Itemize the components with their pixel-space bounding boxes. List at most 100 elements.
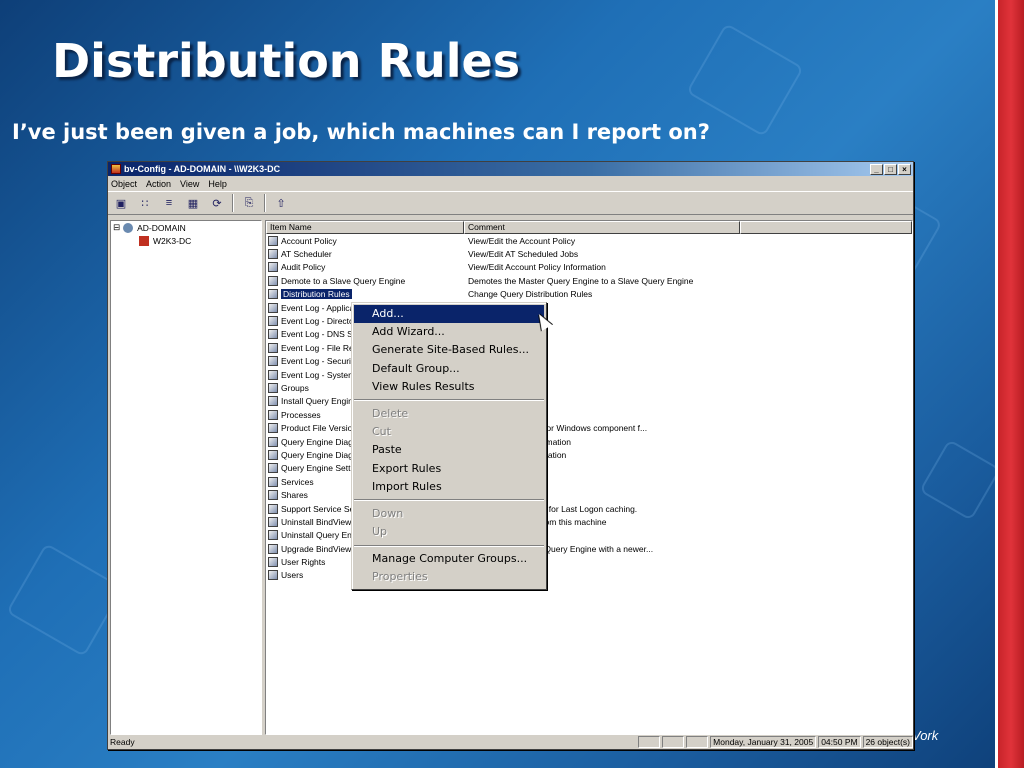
list-item[interactable]: Demote to a Slave Query Engine Demotes th…: [266, 274, 912, 287]
window-title: bv-Config - AD-DOMAIN - \\W2K3-DC: [124, 164, 281, 174]
menu-item-delete: Delete: [372, 406, 409, 420]
menu-item-down: Down: [372, 506, 404, 520]
export-icon[interactable]: ⎘: [240, 194, 258, 212]
menu-item-manage-computer-groups[interactable]: Manage Computer Groups...: [354, 550, 544, 568]
item-name: Event Log - System: [281, 369, 356, 380]
collapse-icon[interactable]: ⊟: [113, 222, 120, 233]
menu-action[interactable]: Action: [146, 179, 171, 189]
item-icon: [268, 570, 278, 581]
list-item[interactable]: AT Scheduler View/Edit AT Scheduled Jobs: [266, 247, 912, 260]
item-name: Audit Policy: [281, 262, 326, 273]
item-name: Processes: [281, 409, 321, 420]
list-item[interactable]: Distribution Rules Change Query Distribut…: [266, 288, 912, 301]
menu-item-export-rules[interactable]: Export Rules: [354, 460, 544, 478]
item-name: Install Query Engin: [281, 396, 353, 407]
item-comment: Change Query Distribution Rules: [468, 289, 593, 300]
slide-title: Distribution Rules: [52, 34, 521, 88]
tree-pane: ⊟ AD-DOMAIN W2K3-DC: [110, 220, 262, 735]
item-name: Uninstall BindView S: [281, 516, 360, 527]
menu-object[interactable]: Object: [111, 179, 137, 189]
column-header-blank[interactable]: [740, 221, 912, 234]
item-comment: View/Edit the Account Policy: [468, 235, 576, 246]
item-name-cell: Account Policy: [266, 235, 464, 246]
menu-help[interactable]: Help: [208, 179, 227, 189]
item-icon: [268, 316, 278, 327]
menu-item-default-group[interactable]: Default Group...: [354, 360, 544, 378]
server-icon: [139, 235, 149, 246]
item-icon: [268, 409, 278, 420]
item-icon: [268, 490, 278, 501]
large-icons-icon[interactable]: ▣: [112, 194, 130, 212]
list-icon[interactable]: ≡: [160, 194, 178, 212]
small-icons-icon[interactable]: ∷: [136, 194, 154, 212]
list-item[interactable]: Audit Policy View/Edit Account Policy Inf…: [266, 261, 912, 274]
menu-item-generate-site-based-rules[interactable]: Generate Site-Based Rules...: [354, 341, 544, 359]
background-hexagon: [919, 439, 1001, 521]
item-comment: View/Edit AT Scheduled Jobs: [468, 249, 579, 260]
item-icon: [268, 530, 278, 541]
up-folder-icon[interactable]: ⇧: [272, 194, 290, 212]
item-icon: [268, 275, 278, 286]
tree-item-label: W2K3-DC: [153, 235, 192, 246]
menu-view[interactable]: View: [180, 179, 199, 189]
menu-item-properties: Properties: [372, 570, 428, 584]
tree-item-server[interactable]: W2K3-DC: [111, 234, 261, 247]
slide-accent-bar: [995, 0, 1024, 768]
menu-item-add-wizard[interactable]: Add Wizard...: [354, 323, 544, 341]
close-button[interactable]: ×: [898, 163, 911, 175]
tree-item-domain[interactable]: ⊟ AD-DOMAIN: [111, 221, 261, 234]
window-titlebar[interactable]: bv-Config - AD-DOMAIN - \\W2K3-DC _ □ ×: [108, 162, 913, 176]
item-icon: [268, 356, 278, 367]
item-name: Event Log - DNS Se: [281, 329, 358, 340]
item-icon: [268, 302, 278, 313]
refresh-icon[interactable]: ⟳: [208, 194, 226, 212]
status-count: 26 object(s): [862, 736, 913, 748]
menubar: Object Action View Help: [108, 176, 913, 191]
menu-item-cut: Cut: [372, 425, 391, 439]
menu-item-view-rules-results[interactable]: View Rules Results: [354, 378, 544, 396]
item-name: Event Log - File Re: [281, 342, 354, 353]
menu-item-import-rules[interactable]: Import Rules: [354, 478, 544, 496]
menu-separator: [354, 396, 544, 405]
item-name: Upgrade BindView C: [281, 543, 360, 554]
item-name: Query Engine Diagr: [281, 449, 356, 460]
item-icon: [268, 516, 278, 527]
item-icon: [268, 503, 278, 514]
app-icon: [111, 164, 121, 174]
menu-item-add[interactable]: Add...: [354, 305, 544, 324]
toolbar-separator: [264, 194, 266, 212]
restore-button[interactable]: □: [884, 163, 897, 175]
item-icon: [268, 262, 278, 273]
list-item[interactable]: Account Policy View/Edit the Account Poli…: [266, 234, 912, 247]
item-name: Groups: [281, 382, 309, 393]
status-cell: [638, 736, 661, 748]
item-icon: [268, 557, 278, 568]
list-header: Item Name Comment: [266, 221, 912, 234]
item-icon: [268, 249, 278, 260]
item-name-cell: AT Scheduler: [266, 249, 464, 260]
column-header-comment[interactable]: Comment: [464, 221, 740, 234]
item-name: Event Log - Directo: [281, 316, 354, 327]
item-name: AT Scheduler: [281, 249, 332, 260]
item-name: Account Policy: [281, 235, 337, 246]
item-comment: View/Edit Account Policy Information: [468, 262, 606, 273]
menu-separator: [354, 496, 544, 505]
item-icon: [268, 463, 278, 474]
toolbar-separator: [232, 194, 234, 212]
item-name: Query Engine Setti: [281, 463, 353, 474]
item-name: Event Log - Applica: [281, 302, 355, 313]
item-name: Shares: [281, 490, 308, 501]
menu-item-up: Up: [372, 525, 388, 539]
item-comment: Demotes the Master Query Engine to a Sla…: [468, 275, 694, 286]
minimize-button[interactable]: _: [870, 163, 883, 175]
status-cell: [662, 736, 685, 748]
item-icon: [268, 382, 278, 393]
column-header-item-name[interactable]: Item Name: [266, 221, 464, 234]
item-name: Demote to a Slave Query Engine: [281, 275, 406, 286]
menu-item-paste[interactable]: Paste: [354, 441, 544, 459]
item-name: Distribution Rules: [281, 289, 352, 300]
status-date: Monday, January 31, 2005: [710, 736, 817, 748]
item-icon: [268, 423, 278, 434]
item-name: Event Log - Securi: [281, 356, 351, 367]
details-icon[interactable]: ▦: [184, 194, 202, 212]
